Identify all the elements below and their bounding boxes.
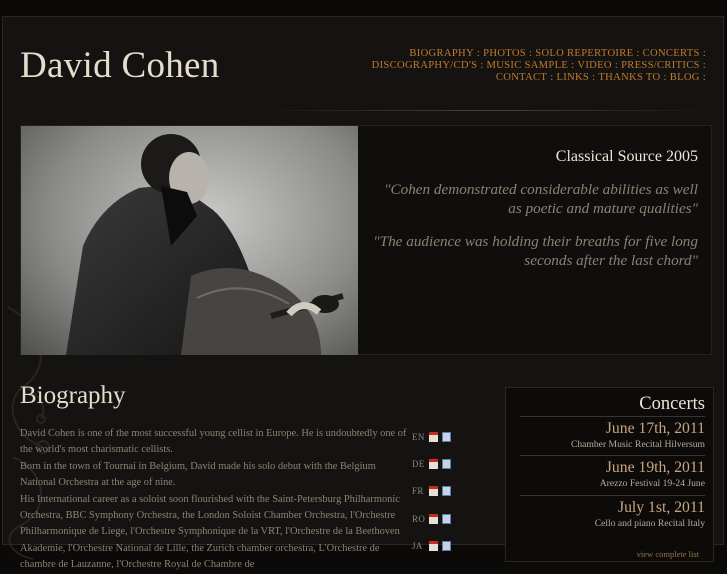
document-icon[interactable] — [442, 513, 451, 524]
concert-venue: Arezzo Festival 19-24 June — [599, 478, 705, 489]
language-code: FR — [412, 486, 424, 497]
biography-heading: Biography — [20, 382, 126, 409]
pdf-icon[interactable] — [429, 513, 438, 524]
document-icon[interactable] — [442, 540, 451, 551]
language-item-ro: RO — [412, 513, 462, 541]
concert-date: July 1st, 2011 — [617, 499, 705, 516]
nav-row: BIOGRAPHY: PHOTOS: SOLO REPERTOIRE: CONCERT… — [359, 48, 709, 60]
nav-link-music-sample[interactable]: MUSIC SAMPLE — [487, 60, 569, 71]
document-icon[interactable] — [442, 486, 451, 497]
nav-separator: : — [702, 48, 706, 59]
document-icon[interactable] — [442, 432, 451, 442]
nav-link-links[interactable]: LINKS — [556, 72, 589, 83]
nav-separator: : — [529, 48, 533, 59]
nav-link-video[interactable]: VIDEO — [577, 60, 611, 71]
nav-link-thanks-to[interactable]: THANKS TO — [598, 72, 660, 83]
header-divider — [258, 110, 715, 111]
language-item-en: EN — [412, 432, 462, 459]
nav-separator: : — [702, 72, 706, 84]
nav-separator: : — [663, 72, 667, 84]
review-quote: "Cohen demonstrated considerable abiliti… — [384, 181, 698, 217]
nav-row: DISCOGRAPHY/CD'S: MUSIC SAMPLE: VIDEO: PRES… — [359, 60, 709, 72]
pdf-icon[interactable] — [429, 486, 438, 497]
nav-link-biography[interactable]: BIOGRAPHY — [409, 48, 474, 59]
nav-link-solo-repertoire[interactable]: SOLO REPERTOIRE — [535, 48, 633, 59]
cellist-portrait-photo — [21, 126, 358, 355]
nav-link-press-critics[interactable]: PRESS/CRITICS — [621, 60, 700, 71]
concert-venue: Cello and piano Recital Italy — [594, 518, 705, 529]
concert-date: June 19th, 2011 — [605, 459, 705, 476]
review-source: Classical Source 2005 — [555, 148, 698, 165]
view-complete-list-link[interactable]: view complete list — [637, 549, 699, 559]
language-code: DE — [412, 459, 425, 470]
concert-venue: Chamber Music Recital Hilversum — [570, 439, 705, 450]
nav-link-contact[interactable]: CONTACT — [496, 72, 547, 83]
press-review: Classical Source 2005 "Cohen demonstrate… — [372, 148, 698, 284]
biography-language-list: EN DE FR RO JA — [412, 432, 462, 568]
cellist-illustration — [66, 134, 344, 355]
nav-separator: : — [614, 60, 619, 72]
pdf-icon[interactable] — [429, 432, 438, 442]
review-quote: "The audience was holding their breaths … — [373, 233, 698, 269]
language-item-fr: FR — [412, 486, 462, 513]
nav-separator: : — [571, 60, 575, 72]
concert-item[interactable]: July 1st, 2011 Cello and piano Recital I… — [520, 495, 705, 530]
language-code: JA — [412, 540, 423, 551]
biography-text: David Cohen is one of the most successfu… — [20, 426, 410, 574]
site-title[interactable]: David Cohen — [20, 44, 220, 87]
nav-row: CONTACT: LINKS: THANKS TO: BLOG: — [359, 72, 709, 84]
bio-paragraph: Born in the town of Tournai in Belgium, … — [20, 460, 376, 489]
nav-separator: : — [636, 48, 640, 59]
nav-link-discography-cd-s[interactable]: DISCOGRAPHY/CD'S — [372, 60, 478, 71]
hero-banner: Classical Source 2005 "Cohen demonstrate… — [20, 125, 712, 355]
bio-paragraph: His International career as a soloist so… — [20, 493, 400, 571]
concerts-panel: Concerts June 17th, 2011 Chamber Music R… — [505, 387, 714, 562]
nav-separator: : — [480, 60, 484, 72]
concert-item[interactable]: June 19th, 2011 Arezzo Festival 19-24 Ju… — [520, 455, 705, 490]
nav-link-photos[interactable]: PHOTOS — [483, 48, 526, 59]
concerts-heading: Concerts — [639, 394, 705, 414]
concert-item[interactable]: June 17th, 2011 Chamber Music Recital Hi… — [520, 416, 705, 451]
language-code: EN — [412, 432, 425, 442]
pdf-icon[interactable] — [429, 459, 438, 470]
nav-separator: : — [702, 60, 706, 72]
language-code: RO — [412, 513, 426, 524]
document-icon[interactable] — [442, 459, 451, 470]
nav-link-blog[interactable]: BLOG — [670, 72, 700, 83]
nav-link-concerts[interactable]: CONCERTS — [643, 48, 700, 59]
concert-date: June 17th, 2011 — [605, 420, 705, 437]
bio-paragraph: David Cohen is one of the most successfu… — [20, 428, 407, 456]
nav-separator: : — [592, 72, 596, 84]
page-frame: David Cohen BIOGRAPHY: PHOTOS: SOLO REPERT… — [2, 16, 724, 570]
main-nav: BIOGRAPHY: PHOTOS: SOLO REPERTOIRE: CONCERT… — [359, 48, 709, 84]
nav-separator: : — [476, 48, 481, 59]
language-item-de: DE — [412, 459, 462, 486]
pdf-icon[interactable] — [429, 540, 438, 551]
